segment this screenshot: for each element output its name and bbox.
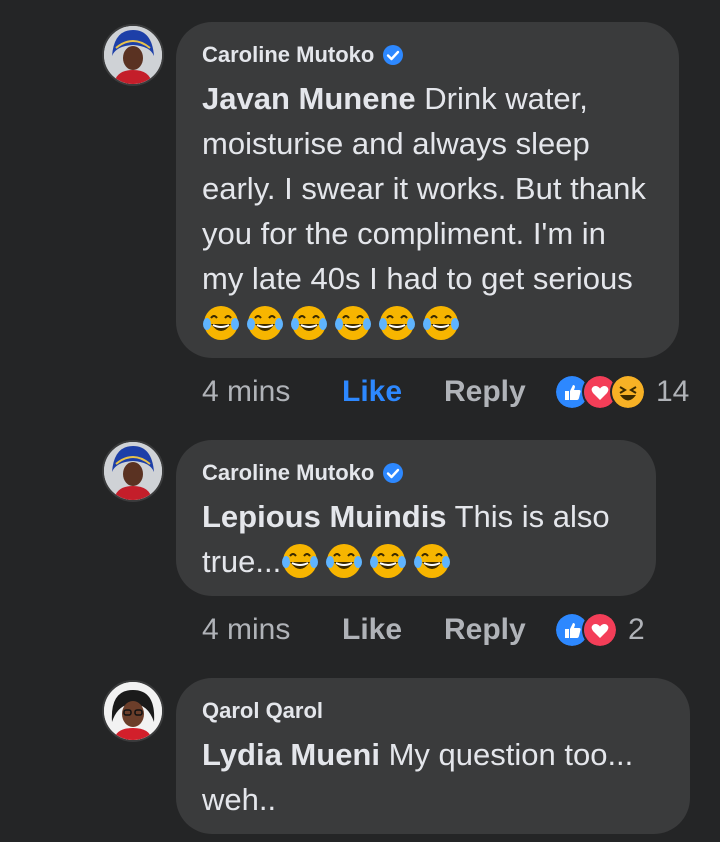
author-name[interactable]: Qarol Qarol [202,698,323,724]
comment-bubble: Caroline Mutoko Javan Munene Drink water… [176,22,679,358]
love-icon [582,612,618,648]
comment-bubble: Caroline Mutoko Lepious Muindis This is … [176,440,656,596]
author-name[interactable]: Caroline Mutoko [202,460,374,486]
reply-button[interactable]: Reply [444,613,554,647]
tears-of-joy-emoji-icon [414,544,451,578]
emoji-row [202,306,460,341]
timestamp[interactable]: 4 mins [202,375,342,409]
comment-actions: 4 mins Like Reply 14 [202,374,689,410]
comment-text: Lepious Muindis This is also true... [202,499,610,579]
reactions-summary[interactable] [554,612,618,648]
mention-link[interactable]: Javan Munene [202,81,416,116]
comment-text: Javan Munene Drink water, moisturise and… [202,76,653,346]
reply-button[interactable]: Reply [444,375,554,409]
avatar-qarol-qarol[interactable] [102,680,164,742]
author-name[interactable]: Caroline Mutoko [202,42,374,68]
verified-badge-icon [383,463,404,483]
tears-of-joy-emoji-icon [335,306,371,340]
emoji-row [281,544,451,579]
reaction-count[interactable]: 14 [656,375,689,409]
haha-icon [610,374,646,410]
tears-of-joy-emoji-icon [423,306,459,340]
mention-link[interactable]: Lepious Muindis [202,499,447,534]
timestamp[interactable]: 4 mins [202,613,342,647]
like-button[interactable]: Like [342,375,444,409]
avatar-caroline-mutoko[interactable] [102,440,164,502]
comment-actions: 4 mins Like Reply 2 [202,612,645,648]
mention-link[interactable]: Lydia Mueni [202,737,380,772]
comment-bubble: Qarol Qarol Lydia Mueni My question too.… [176,678,690,834]
reaction-count[interactable]: 2 [628,613,645,647]
reactions-summary[interactable] [554,374,646,410]
tears-of-joy-emoji-icon [282,544,319,578]
tears-of-joy-emoji-icon [379,306,415,340]
verified-badge-icon [383,45,404,65]
tears-of-joy-emoji-icon [291,306,327,340]
tears-of-joy-emoji-icon [203,306,239,340]
tears-of-joy-emoji-icon [370,544,407,578]
tears-of-joy-emoji-icon [247,306,283,340]
avatar-caroline-mutoko[interactable] [102,24,164,86]
like-button[interactable]: Like [342,613,444,647]
comment-text: Lydia Mueni My question too... weh.. [202,737,634,817]
tears-of-joy-emoji-icon [326,544,363,578]
